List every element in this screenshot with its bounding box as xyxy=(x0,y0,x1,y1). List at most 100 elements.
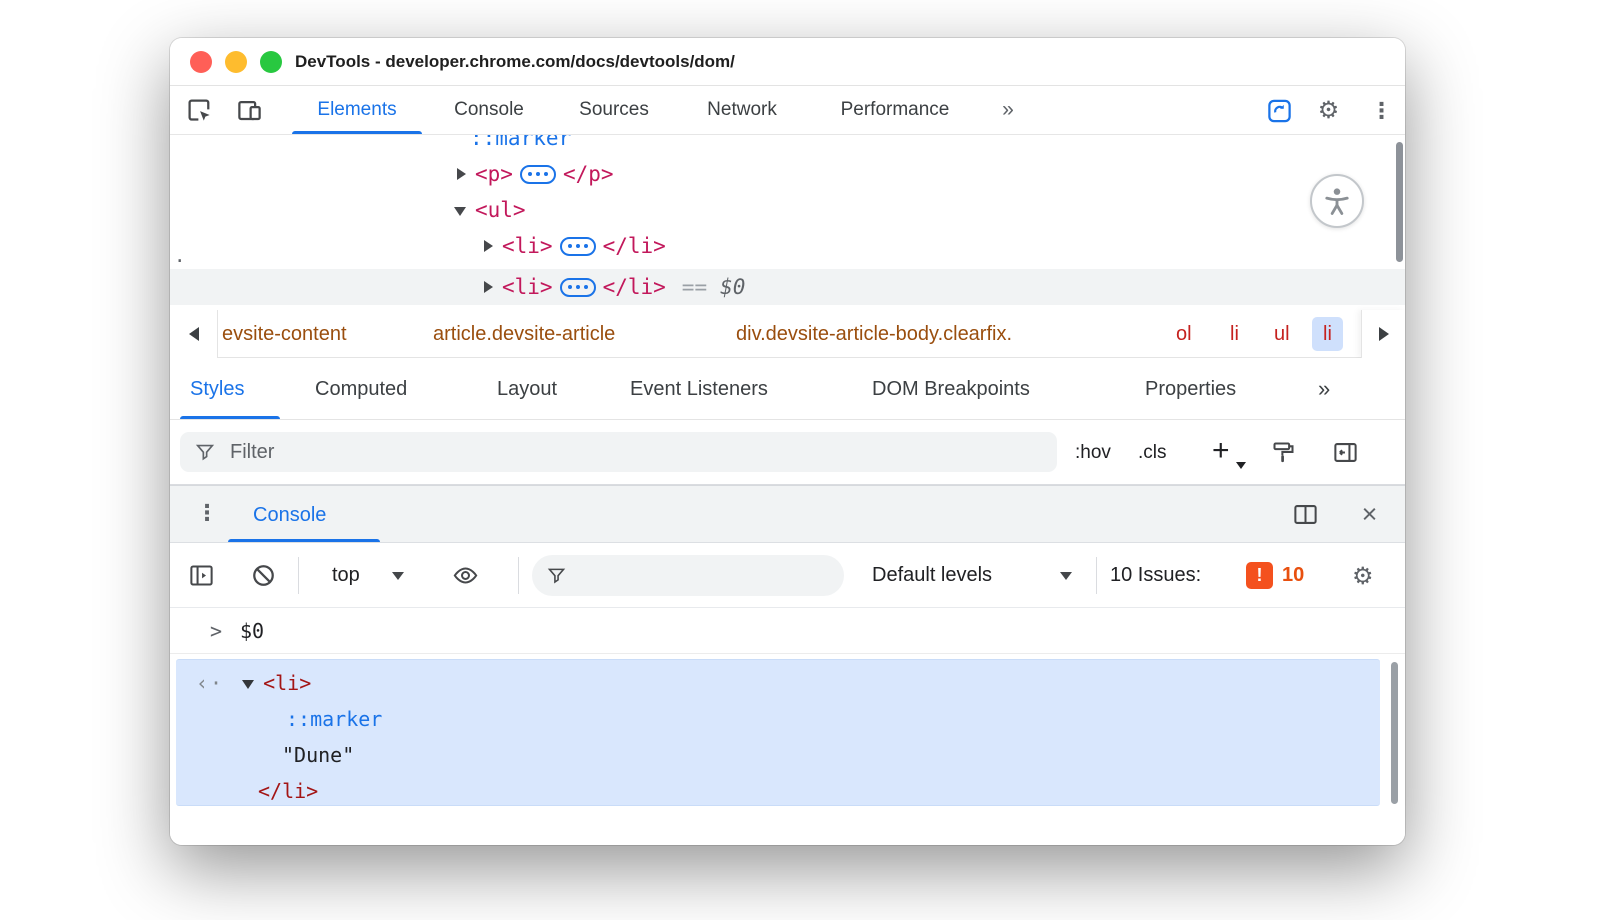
breadcrumb-scroll-left-button[interactable] xyxy=(170,310,218,358)
tab-event-listeners[interactable]: Event Listeners xyxy=(630,358,768,420)
tab-dom-breakpoints[interactable]: DOM Breakpoints xyxy=(872,358,1030,420)
accessibility-button[interactable] xyxy=(1310,174,1364,228)
dom-node-marker-pseudo-clipped[interactable]: ::marker xyxy=(470,135,571,150)
reload-required-icon[interactable] xyxy=(1266,97,1293,124)
more-options-kebab-icon[interactable]: ⋮ xyxy=(1368,97,1395,124)
tab-styles[interactable]: Styles xyxy=(190,358,244,420)
tab-layout[interactable]: Layout xyxy=(497,358,557,420)
desktop-background: DevTools - developer.chrome.com/docs/dev… xyxy=(0,0,1600,920)
window-title: DevTools - developer.chrome.com/docs/dev… xyxy=(295,38,735,86)
collapse-arrow-icon[interactable] xyxy=(454,207,466,216)
breadcrumb-item-article-body[interactable]: div.devsite-article-body.clearfix. xyxy=(736,310,1012,358)
expand-arrow-icon[interactable] xyxy=(484,240,493,252)
close-window-button[interactable] xyxy=(190,51,212,73)
more-tabs-chevron[interactable]: » xyxy=(990,86,1024,134)
paint-roller-button[interactable] xyxy=(1270,439,1297,466)
devtools-window: DevTools - developer.chrome.com/docs/dev… xyxy=(170,38,1405,845)
zoom-window-button[interactable] xyxy=(260,51,282,73)
console-messages-area: > $0 ‹· <li> ::marker "Dune" </li> xyxy=(170,608,1405,845)
settings-gear-icon[interactable]: ⚙ xyxy=(1315,97,1342,124)
breadcrumb-item-devsite-content[interactable]: evsite-content xyxy=(222,310,347,358)
console-output-marker-icon: ‹· xyxy=(196,671,224,695)
result-line-marker[interactable]: ::marker xyxy=(286,704,382,734)
split-panel-button[interactable] xyxy=(1292,501,1319,528)
style-filter-input[interactable] xyxy=(230,441,1043,464)
console-eval-result[interactable]: ‹· <li> ::marker "Dune" </li> xyxy=(176,659,1380,806)
equals-sign: == xyxy=(682,275,707,299)
expand-arrow-icon[interactable] xyxy=(457,168,466,180)
issues-label[interactable]: 10 Issues: xyxy=(1110,543,1201,608)
log-levels-dropdown[interactable]: Default levels xyxy=(872,543,992,608)
elements-scrollbar[interactable] xyxy=(1396,142,1403,262)
collapsed-content-ellipsis-icon[interactable] xyxy=(560,278,596,297)
inspect-element-icon[interactable] xyxy=(186,97,213,124)
collapsed-content-ellipsis-icon[interactable] xyxy=(560,237,596,256)
dollar-zero-ref: $0 xyxy=(720,275,745,299)
close-drawer-button[interactable]: × xyxy=(1356,501,1383,528)
tab-performance[interactable]: Performance xyxy=(815,86,975,134)
drawer-menu-kebab-icon[interactable]: ⋮ xyxy=(196,500,218,526)
live-expression-button[interactable] xyxy=(452,562,479,589)
window-titlebar: DevTools - developer.chrome.com/docs/dev… xyxy=(170,38,1405,86)
console-filter-field[interactable] xyxy=(532,555,844,596)
breadcrumb-item-li-selected[interactable]: li xyxy=(1312,317,1343,351)
cls-toggle-button[interactable]: .cls xyxy=(1138,420,1167,485)
tab-elements[interactable]: Elements xyxy=(288,86,426,134)
console-toolbar: top Default levels 10 Issues: ! 10 xyxy=(170,543,1405,608)
result-line-open[interactable]: ‹· <li> xyxy=(196,668,311,698)
expand-arrow-icon[interactable] xyxy=(484,281,493,293)
marker-pseudo-element: ::marker xyxy=(286,707,382,731)
p-open-tag: <p> xyxy=(475,162,513,186)
li-open-tag: <li> xyxy=(502,275,553,299)
active-tab-underline xyxy=(292,131,422,134)
tab-sources[interactable]: Sources xyxy=(555,86,673,134)
issues-warning-icon[interactable]: ! xyxy=(1246,562,1273,589)
dom-row-li-first[interactable]: <li> </li> xyxy=(170,233,1405,259)
console-filter-input[interactable] xyxy=(577,565,830,587)
dom-row-p[interactable]: <p> </p> xyxy=(170,161,1405,187)
new-style-rule-button[interactable]: + xyxy=(1212,420,1230,482)
gear-icon: ⚙ xyxy=(1352,563,1374,590)
drawer-active-tab-underline xyxy=(228,539,380,542)
result-line-text[interactable]: "Dune" xyxy=(282,740,354,770)
dock-sidebar-icon xyxy=(1332,439,1359,466)
scroll-right-icon xyxy=(1379,327,1389,341)
console-scrollbar[interactable] xyxy=(1391,662,1398,804)
context-selector[interactable]: top xyxy=(332,543,360,608)
collapse-arrow-icon[interactable] xyxy=(242,680,254,689)
style-filter-field[interactable] xyxy=(180,432,1057,472)
console-settings-button[interactable]: ⚙ xyxy=(1352,562,1379,589)
breadcrumb-scroll-right-button[interactable] xyxy=(1361,310,1405,358)
issues-count[interactable]: 10 xyxy=(1282,543,1304,608)
close-icon: × xyxy=(1362,501,1378,528)
toolbar-divider xyxy=(518,557,519,594)
toggle-device-toolbar-icon[interactable] xyxy=(236,97,263,124)
dock-sidebar-button[interactable] xyxy=(1332,439,1359,466)
tab-network[interactable]: Network xyxy=(682,86,802,134)
minimize-window-button[interactable] xyxy=(225,51,247,73)
tab-performance-label: Performance xyxy=(841,99,950,121)
dom-breadcrumbs-bar: evsite-content article.devsite-article d… xyxy=(170,310,1405,358)
tab-computed[interactable]: Computed xyxy=(315,358,407,420)
console-evaluated-expression[interactable]: > $0 xyxy=(170,608,1405,654)
collapsed-content-ellipsis-icon[interactable] xyxy=(520,165,556,184)
dom-row-ul[interactable]: <ul> xyxy=(170,197,1405,223)
tab-console[interactable]: Console xyxy=(430,86,548,134)
breadcrumb-item-ol[interactable]: ol xyxy=(1176,310,1192,358)
show-console-sidebar-button[interactable] xyxy=(188,562,215,589)
hov-toggle-button[interactable]: :hov xyxy=(1075,420,1111,485)
clear-console-button[interactable] xyxy=(250,562,277,589)
dom-row-li-selected[interactable]: <li> </li> == $0 xyxy=(170,269,1405,305)
breadcrumb-item-article[interactable]: article.devsite-article xyxy=(433,310,615,358)
scroll-left-icon xyxy=(189,327,199,341)
tab-properties[interactable]: Properties xyxy=(1145,358,1236,420)
active-styles-tab-underline xyxy=(180,416,280,419)
breadcrumb-item-li[interactable]: li xyxy=(1230,310,1239,358)
styles-overflow-chevron[interactable]: » xyxy=(1318,358,1328,420)
li-open-tag: <li> xyxy=(263,671,311,695)
result-line-close[interactable]: </li> xyxy=(258,776,318,806)
drawer-tab-console[interactable]: Console xyxy=(253,486,326,544)
toolbar-divider xyxy=(298,557,299,594)
context-selector-caret-icon xyxy=(392,572,404,580)
breadcrumb-item-ul[interactable]: ul xyxy=(1274,310,1290,358)
